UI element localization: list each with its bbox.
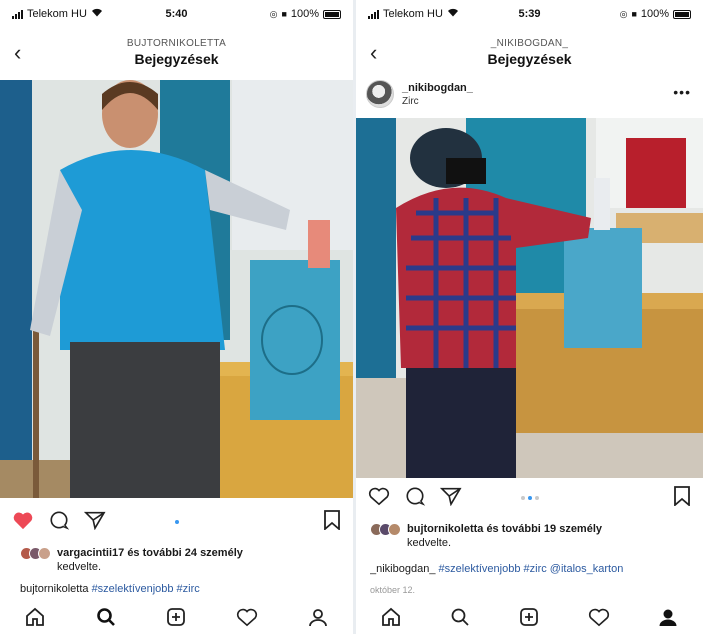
carrier-label: Telekom HU (383, 8, 443, 20)
battery-icon (673, 9, 692, 19)
alarm-icon: ◎ (619, 8, 628, 19)
post-photo[interactable] (0, 80, 353, 498)
caption-tags[interactable]: #szelektívenjobb #zirc @italos_karton (439, 563, 624, 575)
bookmark-icon[interactable] (673, 485, 691, 511)
caption-user[interactable]: bujtornikoletta (20, 583, 89, 595)
add-icon[interactable] (518, 606, 540, 628)
likes-summary[interactable]: bujtornikoletta és további 19 személy ke… (370, 522, 693, 550)
status-bar: Telekom HU 5:40 ◎ ■ 100% (0, 0, 353, 28)
caption-tags[interactable]: #szelektívenjobb #zirc (92, 583, 200, 595)
alarm-icon: ◎ (269, 8, 278, 19)
liker-avatars (20, 547, 51, 560)
search-icon[interactable] (449, 606, 471, 628)
likes-text-suffix: kedvelte. (57, 561, 102, 573)
lock-icon: ■ (281, 9, 287, 19)
bottom-tab-bar (356, 600, 703, 634)
post-date: október 12. (370, 585, 416, 595)
more-options-button[interactable]: ••• (673, 84, 691, 100)
profile-icon[interactable] (657, 606, 679, 628)
post-actions (356, 484, 703, 512)
home-icon[interactable] (24, 606, 46, 628)
post-username[interactable]: _nikibogdan_ (402, 82, 473, 94)
page-title: Bejegyzések (134, 51, 219, 67)
like-heart-icon[interactable] (368, 486, 390, 511)
battery-label: 100% (290, 8, 320, 20)
home-icon[interactable] (380, 606, 402, 628)
status-bar: Telekom HU 5:39 ◎ ■ 100% (356, 0, 703, 28)
add-icon[interactable] (165, 606, 187, 628)
status-time: 5:40 (165, 8, 188, 20)
like-heart-icon[interactable] (12, 510, 34, 535)
likes-text: vargacintii17 és további 24 személy (57, 547, 243, 559)
likes-text-suffix: kedvelte. (407, 537, 452, 549)
post-caption: _nikibogdan_ #szelektívenjobb #zirc @ita… (370, 563, 695, 575)
wifi-icon (91, 8, 103, 20)
left-phone-screen: Telekom HU 5:40 ◎ ■ 100% ‹ BUJTORNIKOLET… (0, 0, 353, 634)
back-button[interactable]: ‹ (370, 40, 377, 66)
battery-icon (323, 9, 342, 19)
heart-icon[interactable] (236, 606, 258, 628)
liker-avatars (370, 523, 401, 536)
share-icon[interactable] (439, 486, 462, 511)
bookmark-icon[interactable] (323, 509, 341, 535)
account-name: _NIKIBOGDAN_ (490, 38, 569, 49)
caption-user[interactable]: _nikibogdan_ (370, 563, 435, 575)
profile-icon[interactable] (307, 606, 329, 628)
bottom-tab-bar (0, 600, 353, 634)
back-button[interactable]: ‹ (14, 40, 21, 66)
signal-icon (368, 9, 379, 19)
likes-text: bujtornikoletta és további 19 személy (407, 523, 603, 535)
avatar[interactable] (366, 80, 394, 108)
carrier-label: Telekom HU (27, 8, 87, 20)
right-phone-screen: Telekom HU 5:39 ◎ ■ 100% ‹ _NIKIBOGDAN_ … (356, 0, 703, 634)
wifi-icon (447, 8, 459, 20)
lock-icon: ■ (631, 9, 637, 19)
post-photo[interactable] (356, 118, 703, 478)
share-icon[interactable] (83, 510, 106, 535)
heart-icon[interactable] (588, 606, 610, 628)
search-icon[interactable] (95, 606, 117, 628)
battery-label: 100% (640, 8, 670, 20)
status-time: 5:39 (518, 8, 541, 20)
comment-icon[interactable] (48, 510, 70, 535)
post-location[interactable]: Zirc (402, 96, 419, 107)
post-caption: bujtornikoletta #szelektívenjobb #zirc (20, 583, 345, 595)
comment-icon[interactable] (404, 486, 426, 511)
nav-header: ‹ BUJTORNIKOLETTA Bejegyzések (0, 30, 353, 74)
page-title: Bejegyzések (487, 51, 572, 67)
post-actions (0, 508, 353, 536)
account-name: BUJTORNIKOLETTA (126, 38, 227, 49)
signal-icon (12, 9, 23, 19)
likes-summary[interactable]: vargacintii17 és további 24 személy kedv… (20, 546, 343, 574)
carousel-indicator (174, 520, 179, 524)
nav-header: ‹ _NIKIBOGDAN_ Bejegyzések (356, 30, 703, 74)
carousel-indicator (520, 496, 539, 500)
